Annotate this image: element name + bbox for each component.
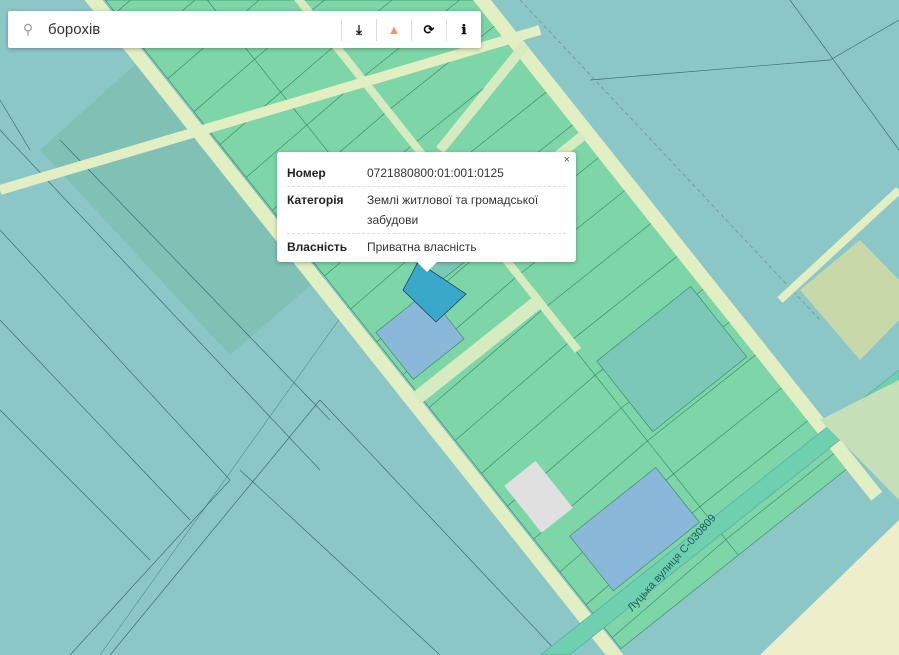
info-icon[interactable]: ℹ (446, 18, 481, 41)
popup-row-ownership: Власність Приватна власність (287, 234, 566, 260)
label: Власність (287, 240, 348, 254)
label: Номер (287, 166, 326, 180)
parcel-popup: × Номер 0721880800:01:001:0125 Категорія… (277, 152, 576, 272)
label: Категорія (287, 193, 344, 207)
popup-row-category: Категорія Землі житлової та громадської … (287, 187, 566, 234)
warning-icon[interactable]: ▲ (376, 18, 411, 41)
refresh-icon[interactable]: ⟳ (411, 18, 446, 41)
close-icon[interactable]: × (564, 154, 570, 166)
value: 0721880800:01:001:0125 (367, 166, 504, 180)
cadastral-map[interactable]: Луцька вулиця С-030809 (0, 0, 899, 655)
search-input[interactable] (48, 11, 341, 48)
search-bar: ⚲ ⤓ ▲ ⟳ ℹ (8, 11, 481, 48)
value: Землі житлової та громадської забудови (367, 193, 539, 227)
value: Приватна власність (367, 240, 477, 254)
download-icon[interactable]: ⤓ (341, 18, 376, 41)
search-icon[interactable]: ⚲ (8, 21, 48, 38)
popup-row-number: Номер 0721880800:01:001:0125 (287, 160, 566, 187)
